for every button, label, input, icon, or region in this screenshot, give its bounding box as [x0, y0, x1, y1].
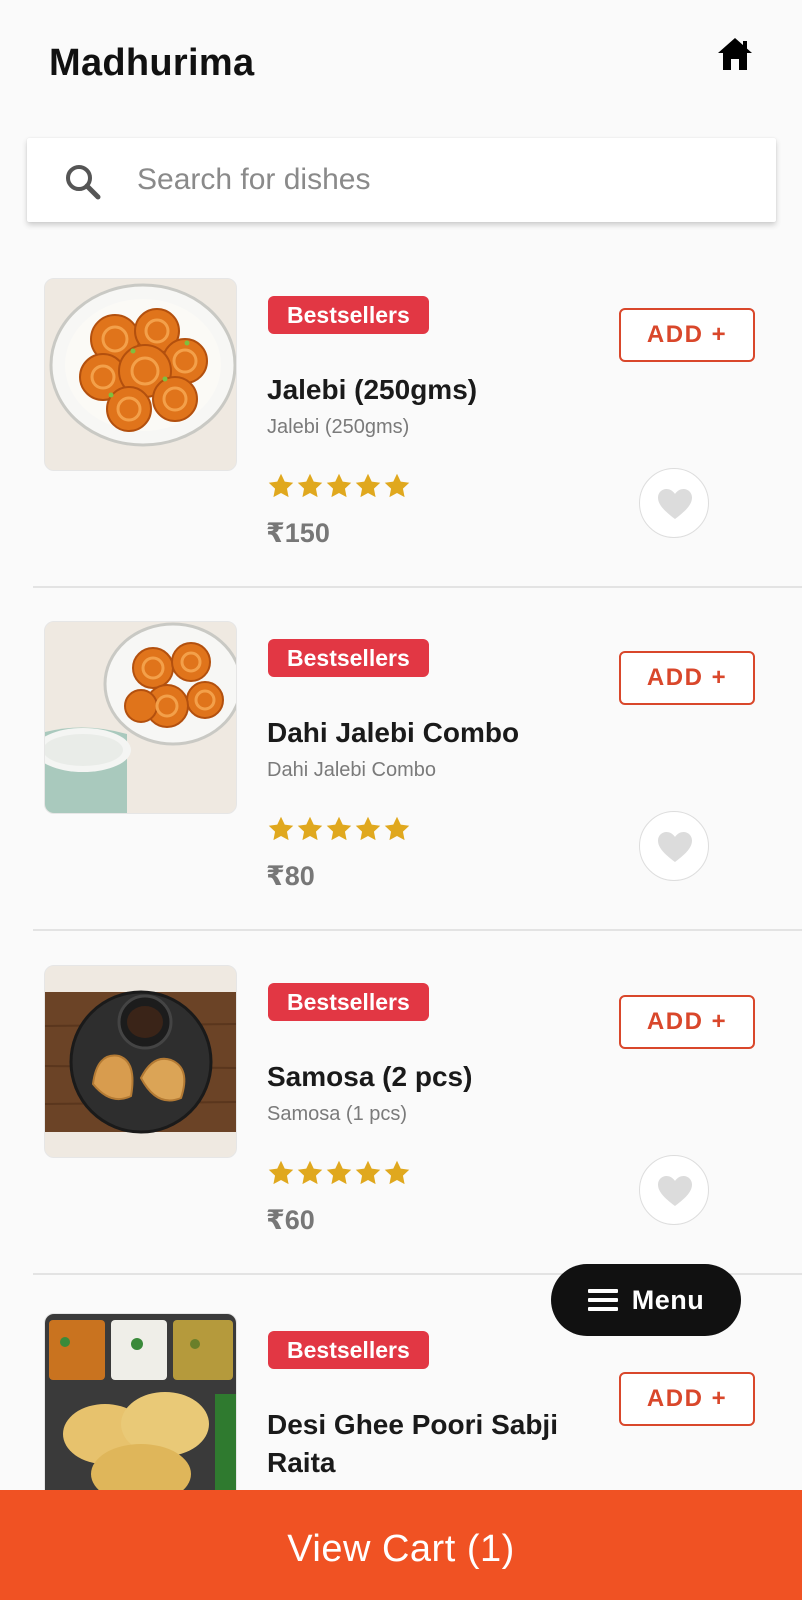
- star-icon: [268, 473, 294, 498]
- search-bar: [27, 138, 776, 222]
- app-header: Madhurima: [0, 0, 802, 130]
- list-item: Bestsellers Dahi Jalebi Combo Dahi Jaleb…: [0, 621, 802, 971]
- heart-icon: [658, 489, 692, 519]
- bestseller-badge: Bestsellers: [268, 639, 429, 677]
- star-icon: [268, 816, 294, 841]
- star-icon: [355, 816, 381, 841]
- divider: [33, 586, 802, 588]
- favorite-button[interactable]: [639, 1155, 709, 1225]
- favorite-button[interactable]: [639, 811, 709, 881]
- star-icon: [326, 1160, 352, 1185]
- star-icon: [326, 473, 352, 498]
- dish-image-jalebi: [44, 278, 237, 471]
- home-icon[interactable]: [716, 36, 754, 72]
- bestseller-badge: Bestsellers: [268, 983, 429, 1021]
- dish-name: Dahi Jalebi Combo: [267, 717, 520, 748]
- star-icon: [384, 816, 410, 841]
- dish-image-dahi-jalebi: [44, 621, 237, 814]
- star-icon: [384, 1160, 410, 1185]
- rating-stars: [267, 472, 411, 502]
- heart-icon: [658, 832, 692, 862]
- add-to-cart-button[interactable]: ADD +: [619, 1372, 755, 1426]
- star-icon: [268, 1160, 294, 1185]
- view-cart-button[interactable]: View Cart (1): [0, 1490, 802, 1600]
- heart-icon: [658, 1176, 692, 1206]
- search-icon: [63, 162, 103, 202]
- add-to-cart-button[interactable]: ADD +: [619, 995, 755, 1049]
- star-icon: [355, 1160, 381, 1185]
- star-icon: [297, 816, 323, 841]
- dish-description: Jalebi (250gms): [267, 416, 410, 438]
- rating-stars: [267, 1159, 411, 1189]
- menu-button-label: Menu: [631, 1284, 705, 1315]
- star-icon: [326, 816, 352, 841]
- bestseller-badge: Bestsellers: [268, 296, 429, 334]
- dish-price: ₹150: [266, 518, 330, 548]
- add-to-cart-button[interactable]: ADD +: [619, 651, 755, 705]
- hamburger-icon: [587, 1289, 618, 1311]
- search-input[interactable]: [137, 138, 737, 222]
- divider: [33, 929, 802, 931]
- dish-image-samosa: [44, 965, 237, 1158]
- dish-image-poori-thali: [44, 1313, 237, 1506]
- list-item: Bestsellers Jalebi (250gms) Jalebi (250g…: [0, 278, 802, 628]
- star-icon: [355, 473, 381, 498]
- dish-description: Dahi Jalebi Combo: [267, 759, 436, 781]
- star-icon: [384, 473, 410, 498]
- menu-button[interactable]: Menu: [551, 1264, 741, 1336]
- dish-price: ₹80: [266, 861, 315, 891]
- add-to-cart-button[interactable]: ADD +: [619, 308, 755, 362]
- rating-stars: [267, 815, 411, 845]
- bestseller-badge: Bestsellers: [268, 1331, 429, 1369]
- dish-description: Samosa (1 pcs): [267, 1103, 408, 1125]
- favorite-button[interactable]: [639, 468, 709, 538]
- dish-name: Samosa (2 pcs): [267, 1061, 473, 1092]
- dish-name: Jalebi (250gms): [267, 374, 478, 405]
- star-icon: [297, 1160, 323, 1185]
- star-icon: [297, 473, 323, 498]
- list-item: Bestsellers Samosa (2 pcs) Samosa (1 pcs…: [0, 965, 802, 1315]
- dish-price: ₹60: [266, 1205, 315, 1235]
- dish-name: Desi Ghee Poori Sabji Raita: [267, 1409, 558, 1478]
- page-title: Madhurima: [49, 42, 255, 84]
